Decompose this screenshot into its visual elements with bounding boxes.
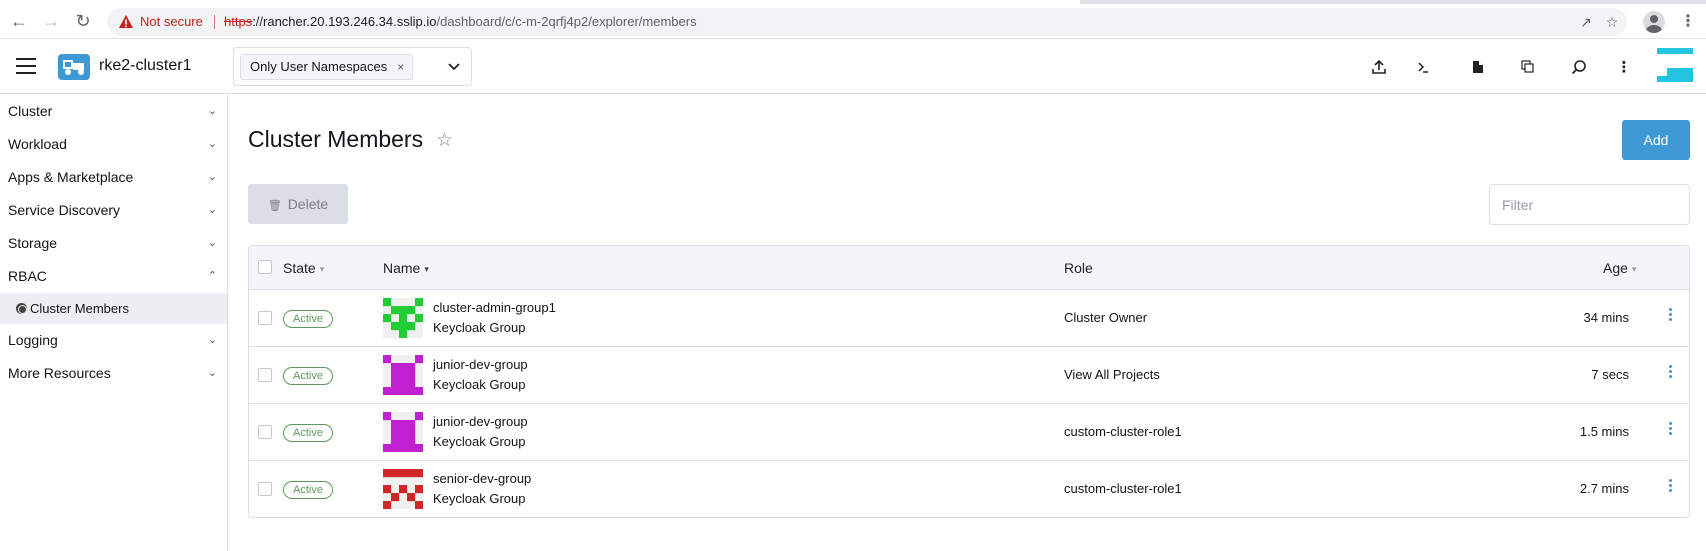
row-actions-icon[interactable]: [1665, 306, 1675, 328]
delete-button[interactable]: 🗑 Delete: [248, 184, 348, 224]
bookmark-star-icon[interactable]: ☆: [1603, 13, 1621, 31]
group-identicon-icon: [383, 355, 423, 395]
column-header-name[interactable]: Name ▾: [383, 260, 429, 276]
chevron-up-icon: ⌃: [207, 270, 217, 282]
group-identicon-icon: [383, 469, 423, 509]
status-badge: Active: [283, 310, 333, 328]
kubectl-shell-icon[interactable]: [1410, 54, 1436, 80]
chevron-down-icon: ⌄: [207, 367, 217, 379]
status-badge: Active: [283, 481, 333, 499]
globe-icon: [16, 303, 27, 314]
group-identicon-icon: [383, 412, 423, 452]
chevron-down-icon: ⌄: [207, 138, 217, 150]
omnibox-divider: [214, 15, 215, 29]
table-header: State ▾ Name ▾ Role Age ▾: [249, 246, 1689, 290]
member-provider: Keycloak Group: [433, 434, 526, 449]
remove-chip-icon[interactable]: ×: [397, 60, 404, 74]
filter-input[interactable]: [1489, 184, 1690, 225]
column-header-state[interactable]: State ▾: [283, 260, 324, 276]
address-bar[interactable]: Not secure https://rancher.20.193.246.34…: [107, 8, 1627, 36]
row-checkbox[interactable]: [258, 482, 272, 496]
sidebar: Cluster ⌄ Workload ⌄ Apps & Marketplace ⌄ S…: [0, 95, 228, 551]
member-name[interactable]: senior-dev-group: [433, 471, 531, 486]
back-icon[interactable]: ←: [6, 8, 32, 34]
member-provider: Keycloak Group: [433, 377, 526, 392]
search-icon[interactable]: [1566, 54, 1592, 80]
row-actions-icon[interactable]: [1665, 420, 1675, 442]
browser-profile-icon[interactable]: [1643, 11, 1665, 33]
sidebar-item-rbac[interactable]: RBAC ⌃: [0, 260, 227, 293]
table-row[interactable]: Active cluster-admin-group1 Keycloak Group…: [249, 290, 1689, 347]
member-role: View All Projects: [1064, 367, 1160, 382]
add-button[interactable]: Add: [1622, 120, 1690, 160]
sidebar-item-cluster[interactable]: Cluster ⌄: [0, 95, 227, 128]
chevron-down-icon: ⌄: [207, 171, 217, 183]
warning-icon: [119, 15, 133, 28]
group-identicon-icon: [383, 298, 423, 338]
chevron-down-icon: ⌄: [207, 237, 217, 249]
row-checkbox[interactable]: [258, 425, 272, 439]
hamburger-menu-icon[interactable]: [16, 58, 36, 74]
app-header: rke2-cluster1 Only User Namespaces × ⋮: [0, 40, 1706, 94]
select-all-checkbox[interactable]: [258, 260, 272, 274]
status-badge: Active: [283, 424, 333, 442]
import-yaml-icon[interactable]: [1366, 54, 1392, 80]
chevron-down-icon: ⌄: [207, 334, 217, 346]
member-age: 7 secs: [1591, 367, 1629, 382]
status-badge: Active: [283, 367, 333, 385]
browser-menu-icon[interactable]: ⋮: [1680, 10, 1696, 34]
member-role: Cluster Owner: [1064, 310, 1148, 325]
forward-icon[interactable]: →: [38, 8, 64, 34]
table-row[interactable]: Active senior-dev-group Keycloak Group cust…: [249, 461, 1689, 517]
trash-icon: 🗑: [267, 200, 282, 212]
member-role: custom-cluster-role1: [1064, 481, 1182, 496]
table-row[interactable]: Active junior-dev-group Keycloak Group View…: [249, 347, 1689, 404]
sidebar-item-workload[interactable]: Workload ⌄: [0, 128, 227, 161]
member-provider: Keycloak Group: [433, 491, 526, 506]
member-name[interactable]: junior-dev-group: [433, 357, 528, 372]
kubeconfig-file-icon[interactable]: [1465, 54, 1491, 80]
url-text: https://rancher.20.193.246.34.sslip.io/d…: [224, 14, 697, 29]
member-provider: Keycloak Group: [433, 320, 526, 335]
member-role: custom-cluster-role1: [1064, 424, 1182, 439]
column-header-age[interactable]: Age ▾: [1603, 260, 1636, 276]
favorite-star-icon[interactable]: ☆: [436, 129, 453, 152]
namespace-filter-select[interactable]: Only User Namespaces ×: [233, 47, 472, 86]
column-header-role: Role: [1064, 260, 1093, 276]
chevron-down-icon: ⌄: [207, 105, 217, 117]
namespace-filter-chip: Only User Namespaces ×: [240, 54, 414, 80]
more-actions-icon[interactable]: ⋮: [1611, 54, 1637, 80]
member-name[interactable]: junior-dev-group: [433, 414, 528, 429]
chevron-down-icon[interactable]: [447, 59, 461, 73]
user-avatar[interactable]: [1657, 48, 1693, 86]
sidebar-item-more-resources[interactable]: More Resources ⌄: [0, 357, 227, 390]
row-actions-icon[interactable]: [1665, 363, 1675, 385]
chevron-down-icon: ⌄: [207, 204, 217, 216]
sidebar-item-service-discovery[interactable]: Service Discovery ⌄: [0, 194, 227, 227]
sidebar-item-storage[interactable]: Storage ⌄: [0, 227, 227, 260]
sort-icon: ▾: [1631, 264, 1637, 274]
security-label: Not secure: [140, 14, 203, 29]
row-actions-icon[interactable]: [1665, 477, 1675, 499]
page-title: Cluster Members: [248, 126, 424, 152]
member-age: 1.5 mins: [1579, 424, 1629, 439]
row-checkbox[interactable]: [258, 311, 272, 325]
sidebar-item-logging[interactable]: Logging ⌄: [0, 324, 227, 357]
share-icon[interactable]: ↗: [1577, 13, 1595, 31]
sidebar-item-apps[interactable]: Apps & Marketplace ⌄: [0, 161, 227, 194]
reload-icon[interactable]: ↻: [70, 8, 96, 34]
sort-icon: ▾: [319, 264, 325, 274]
cluster-logo-icon: [58, 54, 90, 80]
members-table: State ▾ Name ▾ Role Age ▾ Active cluster-adm…: [248, 245, 1690, 518]
row-checkbox[interactable]: [258, 368, 272, 382]
table-row[interactable]: Active junior-dev-group Keycloak Group cust…: [249, 404, 1689, 461]
browser-toolbar: ← → ↻ Not secure https://rancher.20.193.…: [0, 4, 1706, 39]
sort-icon: ▾: [424, 264, 429, 274]
member-age: 2.7 mins: [1579, 481, 1629, 496]
copy-kubeconfig-icon[interactable]: [1515, 54, 1541, 80]
sidebar-item-cluster-members[interactable]: Cluster Members: [0, 293, 227, 324]
member-name[interactable]: cluster-admin-group1: [433, 300, 556, 315]
cluster-name[interactable]: rke2-cluster1: [99, 57, 191, 75]
member-age: 34 mins: [1583, 310, 1629, 325]
